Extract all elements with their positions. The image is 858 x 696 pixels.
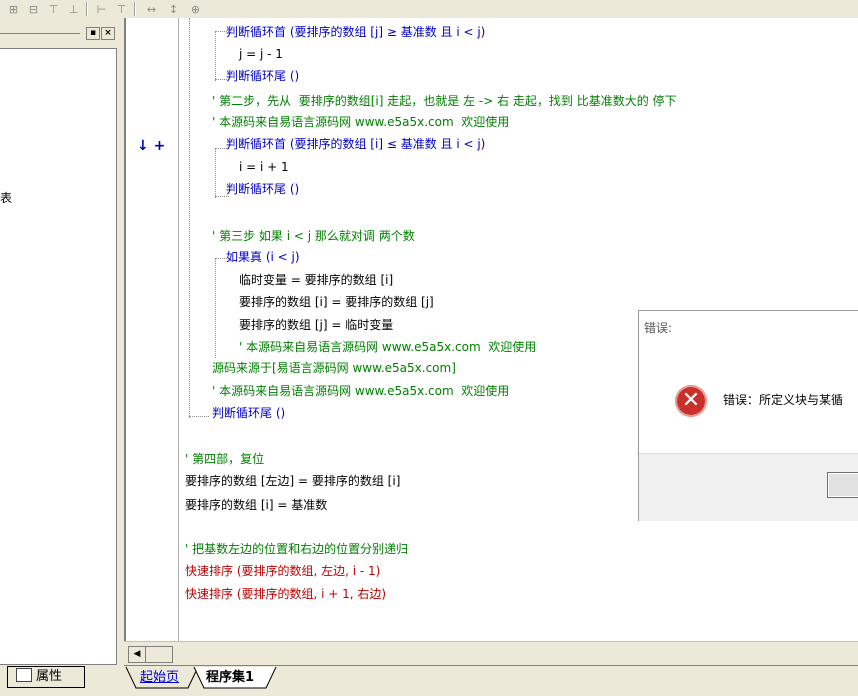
horizontal-scrollbar[interactable]: ◀ (124, 641, 858, 664)
code-line[interactable]: ' 本源码来自易语言源码网 www.e5a5x.com 欢迎使用 (239, 340, 536, 355)
tab-program-set[interactable]: 程序集1 (206, 668, 254, 688)
code-line[interactable]: 判断循环尾 () (212, 406, 285, 421)
align-center-icon[interactable]: ⊟ (24, 1, 43, 18)
toolbar: ⊞ ⊟ ⊤ ⊥ ⊢ ⊤ ↔ ↕ ⊕ (0, 0, 858, 18)
code-line[interactable]: 要排序的数组 [i] = 基准数 (185, 498, 327, 513)
gutter-separator (178, 18, 179, 641)
code-line[interactable]: ' 第三步 如果 i < j 那么就对调 两个数 (212, 229, 415, 244)
code-line[interactable]: 判断循环尾 () (226, 69, 299, 84)
same-width-icon[interactable]: ↔ (142, 1, 161, 18)
code-line[interactable]: ' 本源码来自易语言源码网 www.e5a5x.com 欢迎使用 (212, 384, 509, 399)
code-line[interactable]: 快速排序 (要排序的数组, i + 1, 右边) (185, 587, 386, 602)
left-panel: ▪ × 表 属性 (0, 18, 124, 695)
align-grid-icon[interactable]: ⊞ (4, 1, 23, 18)
if-guide (215, 258, 216, 358)
tab-properties[interactable]: 属性 (7, 666, 85, 688)
loop1-guide (215, 31, 216, 81)
same-height-icon[interactable]: ↕ (164, 1, 183, 18)
code-line[interactable]: i = i + 1 (239, 160, 289, 175)
scroll-left-button[interactable]: ◀ (128, 646, 146, 663)
code-line[interactable]: 判断循环尾 () (226, 182, 299, 197)
panel-clipped-text: 表 (0, 191, 13, 205)
code-line[interactable]: 如果真 (i < j) (226, 250, 300, 265)
properties-icon (16, 668, 32, 682)
outer-loop-guide-end (189, 416, 209, 417)
code-line[interactable]: ' 第二步，先从 要排序的数组[i] 走起，也就是 左 -> 右 走起，找到 比… (212, 94, 677, 109)
code-line[interactable]: ' 第四部，复位 (185, 452, 264, 467)
dialog-message: 错误：所定义块与某循 (723, 393, 844, 407)
loop2-guide (215, 148, 216, 198)
outer-loop-guide (189, 18, 190, 418)
panel-content: 表 (0, 48, 117, 665)
toolbar-separator (134, 2, 136, 16)
same-size-icon[interactable]: ⊕ (186, 1, 205, 18)
align-middle-icon[interactable]: ⊥ (64, 1, 83, 18)
dialog-title: 错误: (644, 321, 673, 335)
dialog-footer (639, 453, 858, 521)
tab-properties-label: 属性 (36, 669, 63, 684)
scroll-track[interactable] (146, 646, 173, 663)
code-line[interactable]: ' 把基数左边的位置和右边的位置分别递归 (185, 542, 408, 557)
document-tabs: 起始页 程序集1 (124, 665, 858, 696)
distribute-vertical-icon[interactable]: ⊤ (112, 1, 131, 18)
code-line[interactable]: 判断循环首 (要排序的数组 [j] ≥ 基准数 且 i < j) (226, 25, 485, 40)
panel-restore-button[interactable]: ▪ (86, 27, 100, 40)
panel-close-button[interactable]: × (101, 27, 115, 40)
align-top-icon[interactable]: ⊤ (44, 1, 63, 18)
code-line[interactable]: 判断循环首 (要排序的数组 [i] ≤ 基准数 且 i < j) (226, 137, 485, 152)
tab-start-page[interactable]: 起始页 (140, 668, 179, 688)
code-line[interactable]: 要排序的数组 [左边] = 要排序的数组 [i] (185, 474, 400, 489)
code-line[interactable]: 快速排序 (要排序的数组, 左边, i - 1) (185, 564, 380, 579)
gutter-markers[interactable]: ↓ + (137, 138, 165, 154)
code-line[interactable]: 临时变量 = 要排序的数组 [i] (239, 273, 393, 288)
code-line[interactable]: 源码来源于[易语言源码网 www.e5a5x.com] (212, 361, 456, 376)
ok-button[interactable] (827, 472, 858, 498)
toolbar-separator (86, 2, 88, 16)
code-line[interactable]: 要排序的数组 [j] = 临时变量 (239, 318, 393, 333)
code-line[interactable]: ' 本源码来自易语言源码网 www.e5a5x.com 欢迎使用 (212, 115, 509, 130)
distribute-horizontal-icon[interactable]: ⊢ (92, 1, 111, 18)
code-line[interactable]: 要排序的数组 [i] = 要排序的数组 [j] (239, 295, 434, 310)
panel-header-line (0, 33, 80, 34)
code-line[interactable]: j = j - 1 (239, 47, 283, 62)
error-icon: ✕ (675, 385, 707, 417)
error-dialog: 错误: ✕ 错误：所定义块与某循 (638, 310, 858, 521)
panel-header: ▪ × (0, 26, 118, 40)
